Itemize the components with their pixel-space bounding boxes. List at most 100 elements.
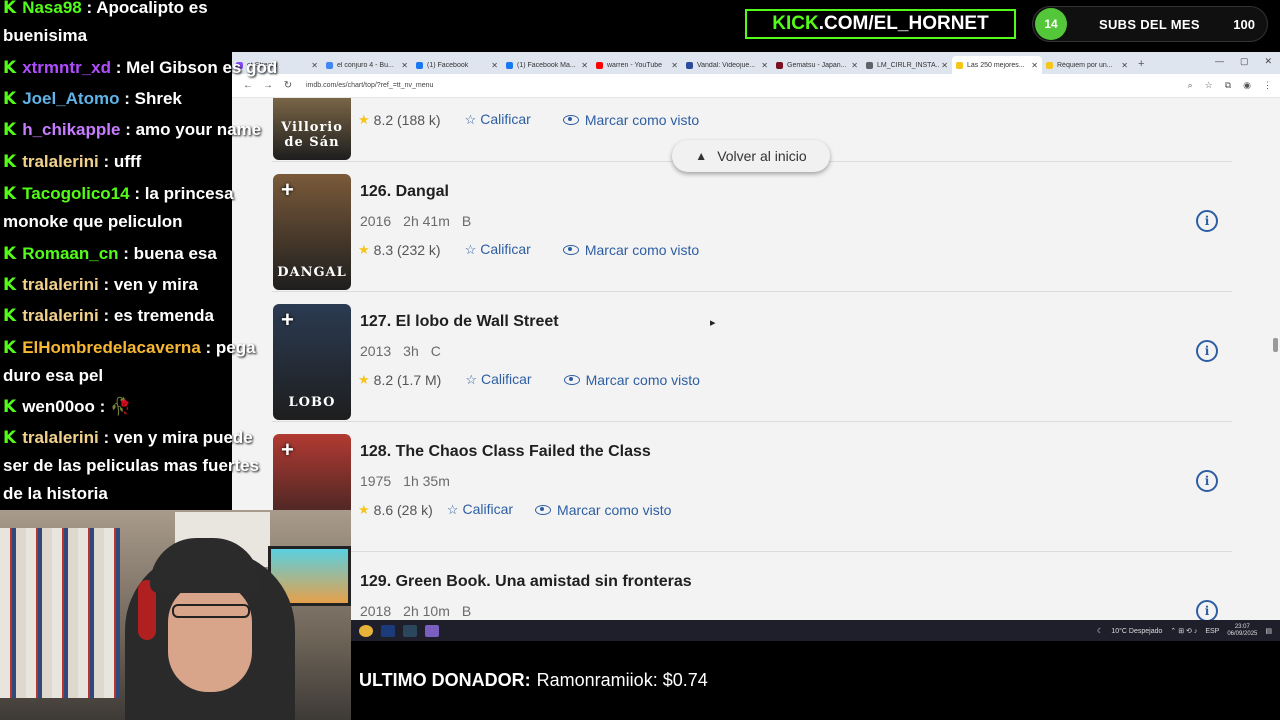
mark-seen-button[interactable]: Marcar como visto — [535, 502, 671, 518]
add-watchlist-icon[interactable]: + — [281, 179, 294, 201]
chat-username[interactable]: h_chikapple — [22, 120, 120, 139]
bookmark-star-icon[interactable]: ☆ — [1205, 80, 1213, 91]
menu-icon[interactable]: ⋮ — [1263, 80, 1272, 91]
rate-button[interactable]: ☆ Calificar — [465, 241, 531, 258]
movie-poster[interactable]: +Villorio de Sán — [273, 98, 351, 160]
browser-tab[interactable]: el conjuro 4 - Bu... ✕ — [322, 56, 412, 74]
close-tab-icon[interactable]: ✕ — [491, 61, 498, 70]
rate-button[interactable]: ☆ Calificar — [447, 501, 513, 518]
minimize-icon[interactable]: — — [1215, 56, 1224, 67]
movie-title[interactable]: 129. Green Book. Una amistad sin fronter… — [360, 573, 692, 591]
chat-username[interactable]: xtrmntr_xd — [22, 58, 111, 77]
zoom-icon[interactable]: ⌕ — [1188, 80, 1193, 91]
profile-icon[interactable]: ◉ — [1243, 80, 1251, 91]
info-icon[interactable]: i — [1196, 470, 1218, 492]
chat-username[interactable]: Romaan_cn — [22, 244, 118, 263]
info-icon[interactable]: i — [1196, 340, 1218, 362]
close-tab-icon[interactable]: ✕ — [1031, 61, 1038, 70]
close-tab-icon[interactable]: ✕ — [311, 61, 318, 70]
browser-tab[interactable]: LM_CIRLR_INSTA... ✕ — [862, 56, 952, 74]
movie-title[interactable]: 126. Dangal — [360, 183, 449, 201]
close-tab-icon[interactable]: ✕ — [671, 61, 678, 70]
browser-tab[interactable]: (1) Facebook ✕ — [412, 56, 502, 74]
chat-username[interactable]: tralalerini — [22, 428, 99, 447]
chrome-icon[interactable] — [359, 624, 373, 637]
star-outline-icon: ☆ — [446, 502, 459, 517]
mark-seen-button[interactable]: Marcar como visto — [563, 372, 700, 388]
language-indicator[interactable]: ESP — [1205, 628, 1219, 635]
close-tab-icon[interactable]: ✕ — [761, 61, 768, 70]
tray-icons[interactable]: ⌃ ⊞ ⟲ ♪ — [1170, 627, 1197, 635]
chat-text: : es tremenda — [103, 306, 215, 325]
movie-poster[interactable]: + LOBO — [273, 304, 351, 420]
add-watchlist-icon[interactable]: + — [281, 309, 294, 331]
movie-poster[interactable]: + DANGAL — [273, 174, 351, 290]
browser-tab[interactable]: (1) Facebook Ma... ✕ — [502, 56, 592, 74]
chat-username[interactable]: tralalerini — [22, 152, 99, 171]
new-tab-icon[interactable]: + — [1138, 58, 1144, 70]
close-tab-icon[interactable]: ✕ — [581, 61, 588, 70]
browser-tab[interactable]: Réquiem por un... ✕ — [1042, 56, 1132, 74]
close-tab-icon[interactable]: ✕ — [1121, 61, 1128, 70]
chat-username[interactable]: Nasa98 — [22, 0, 82, 17]
mark-seen-button[interactable]: Marcar como visto — [562, 112, 699, 128]
star-icon: ★ — [358, 501, 370, 517]
movie-actions: ★ 8.2 (188 k) ☆ Calificar Marcar como visto — [358, 111, 699, 128]
kick-badge-icon: K — [3, 397, 17, 417]
chat-message: K Nasa98 : Apocalipto es buenisima — [3, 0, 208, 50]
close-tab-icon[interactable]: ✕ — [401, 61, 408, 70]
movie-title[interactable]: 128. The Chaos Class Failed the Class — [360, 443, 651, 461]
chat-message: Ktralalerini : ven y mira puede ser de la… — [3, 424, 259, 508]
chat-username[interactable]: tralalerini — [22, 275, 99, 294]
kick-badge-icon: K — [3, 89, 17, 109]
chat-message: K Joel_Atomo : Shrek — [3, 85, 182, 113]
scrollbar[interactable] — [1273, 338, 1278, 352]
chat-username[interactable]: ElHombredelacaverna — [22, 338, 201, 357]
notification-icon[interactable]: ▤ — [1265, 627, 1272, 635]
movie-row: + DANGAL 126. Dangal 2016 2h 41m B ★ 8.3 (232 k… — [272, 162, 1232, 292]
tab-favicon-icon — [416, 61, 423, 69]
browser-tab[interactable]: Las 250 mejores... ✕ — [952, 56, 1042, 74]
rate-button[interactable]: ☆ Calificar — [465, 371, 531, 388]
tab-favicon-icon — [1046, 61, 1053, 69]
browser-tab[interactable]: Gematsu - Japan... ✕ — [772, 56, 862, 74]
movie-year: 1975 — [360, 473, 392, 489]
close-window-icon[interactable]: ✕ — [1264, 56, 1272, 67]
photoshop-icon[interactable] — [381, 624, 395, 637]
chat-username[interactable]: tralalerini — [22, 306, 99, 325]
movie-title[interactable]: 127. El lobo de Wall Street — [360, 313, 559, 331]
chat-username[interactable]: Tacogolico14 — [22, 184, 129, 203]
tab-favicon-icon — [596, 61, 603, 69]
extensions-icon[interactable]: ⧉ — [1225, 80, 1231, 91]
tab-label: Vandal: Videojue... — [697, 61, 756, 69]
chat-text-cont: monoke que peliculon — [3, 212, 183, 231]
movie-actions: ★ 8.6 (28 k) ☆ Calificar Marcar como visto — [358, 501, 671, 518]
maximize-icon[interactable]: ▢ — [1240, 56, 1249, 67]
close-tab-icon[interactable]: ✕ — [941, 61, 948, 70]
browser-tab[interactable]: warren - YouTube ✕ — [592, 56, 682, 74]
chat-username[interactable]: wen00oo — [22, 397, 95, 416]
back-to-top-button[interactable]: ▲ Volver al inicio — [672, 140, 830, 172]
mouse-cursor-icon: ▸ — [710, 317, 716, 329]
reload-icon[interactable]: ↻ — [278, 80, 298, 91]
discord-icon[interactable] — [425, 624, 439, 637]
close-tab-icon[interactable]: ✕ — [851, 61, 858, 70]
address-bar[interactable]: imdb.com/es/chart/top/?ref_=tt_nv_menu — [306, 82, 433, 89]
info-icon[interactable]: i — [1196, 600, 1218, 620]
movie-rating: 8.6 (28 k) — [373, 501, 433, 518]
rate-button[interactable]: ☆ Calificar — [465, 111, 531, 128]
eye-icon — [535, 504, 552, 515]
info-icon[interactable]: i — [1196, 210, 1218, 232]
tab-label: (1) Facebook Ma... — [517, 61, 576, 69]
browser-tab[interactable]: Vandal: Videojue... ✕ — [682, 56, 772, 74]
mark-seen-button[interactable]: Marcar como visto — [562, 242, 699, 258]
tab-label: (1) Facebook — [427, 61, 469, 69]
chat-username[interactable]: Joel_Atomo — [22, 89, 119, 108]
add-watchlist-icon[interactable]: + — [281, 439, 294, 461]
page-content: +Villorio de Sán★8.2 (188 k)☆CalificarMa… — [232, 98, 1280, 620]
poster-title: DANGAL — [277, 265, 347, 280]
clock[interactable]: 23:07 06/09/2025 — [1227, 624, 1257, 638]
steam-icon[interactable] — [403, 624, 417, 637]
chat-overlay: K Nasa98 : Apocalipto es buenisima Kxtrmntr… — [0, 0, 280, 510]
nav-actions: ⌕ ☆ ⧉ ◉ ⋮ — [1188, 80, 1272, 91]
